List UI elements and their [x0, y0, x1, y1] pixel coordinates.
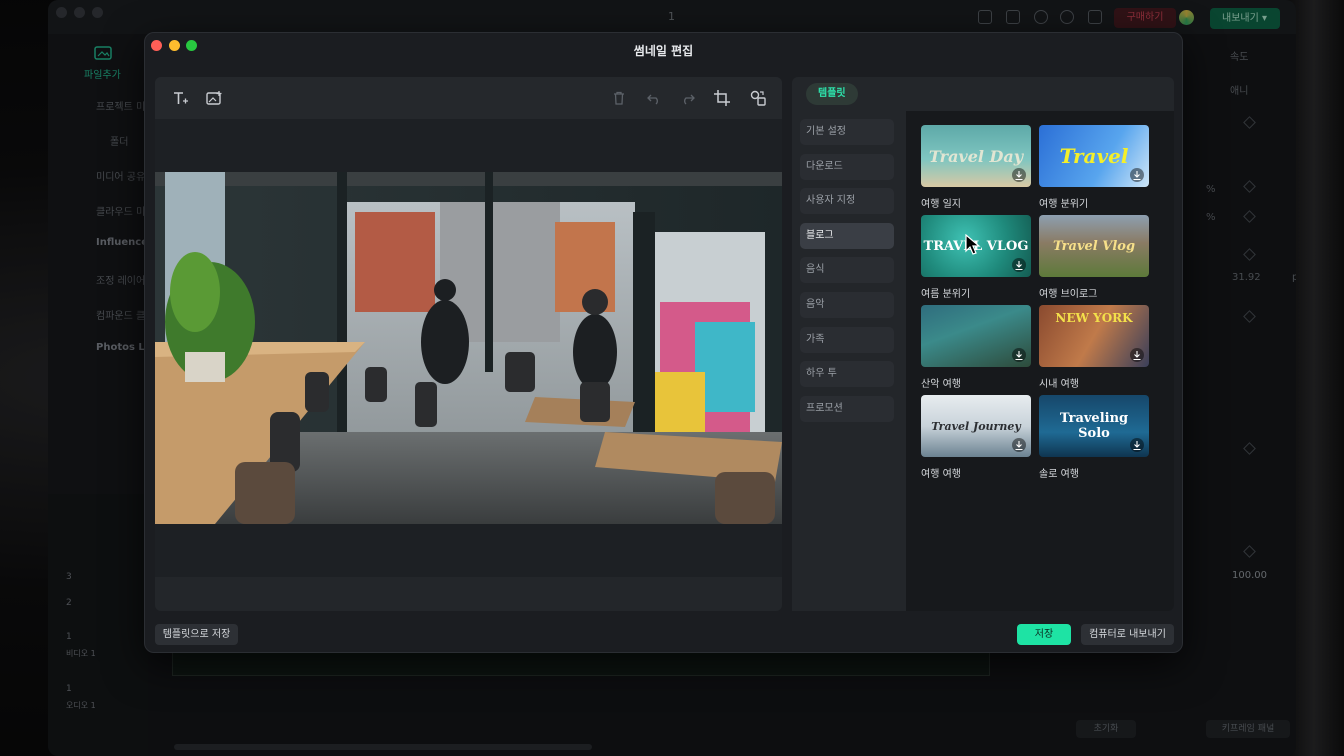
undo-icon[interactable]	[643, 87, 665, 109]
save-button[interactable]: 저장	[1017, 624, 1071, 645]
download-icon[interactable]	[1012, 258, 1026, 272]
template-thumbnail[interactable]: Traveling Solo	[1039, 395, 1149, 457]
category-howto[interactable]: 하우 투	[800, 361, 894, 387]
template-grid: Travel Day 여행 일지 Travel 여행 분위기 TRAVEL VL…	[906, 111, 1174, 611]
category-basic[interactable]: 기본 설정	[800, 119, 894, 145]
template-thumbnail[interactable]: NEW YORK	[1039, 305, 1149, 367]
crop-icon[interactable]	[711, 87, 733, 109]
canvas-area[interactable]	[155, 119, 782, 577]
template-label: 여름 분위기	[921, 289, 971, 300]
template-label: 여행 일지	[921, 199, 961, 210]
mouse-cursor-icon	[965, 234, 981, 255]
template-panel: 템플릿 기본 설정 다운로드 사용자 지정 블로그 음식 음악 가족 하우 투 …	[792, 77, 1174, 611]
template-label: 시내 여행	[1039, 379, 1079, 390]
thumb-text: Travel Vlog	[1052, 238, 1136, 254]
download-icon[interactable]	[1012, 168, 1026, 182]
category-custom[interactable]: 사용자 지정	[800, 188, 894, 214]
category-list: 기본 설정 다운로드 사용자 지정 블로그 음식 음악 가족 하우 투 프로모션	[792, 111, 906, 611]
swap-icon[interactable]	[747, 87, 769, 109]
download-icon[interactable]	[1130, 168, 1144, 182]
download-icon[interactable]	[1012, 348, 1026, 362]
template-card[interactable]: Traveling Solo 솔로 여행	[1039, 395, 1149, 480]
template-thumbnail[interactable]: Travel Day	[921, 125, 1031, 187]
editor-toolbar	[155, 77, 782, 119]
dialog-title: 썸네일 편집	[633, 44, 694, 58]
template-card[interactable]: NEW YORK 시내 여행	[1039, 305, 1149, 390]
template-thumbnail[interactable]: Travel	[1039, 125, 1149, 187]
template-card[interactable]: TRAVEL VLOG 여름 분위기	[921, 215, 1031, 300]
template-label: 솔로 여행	[1039, 469, 1079, 480]
download-icon[interactable]	[1130, 438, 1144, 452]
trash-icon[interactable]	[608, 87, 630, 109]
template-label: 산악 여행	[921, 379, 961, 390]
text-add-icon[interactable]	[169, 87, 191, 109]
category-music[interactable]: 음악	[800, 292, 894, 318]
template-card[interactable]: Travel Vlog 여행 브이로그	[1039, 215, 1149, 300]
export-to-computer-button[interactable]: 컴퓨터로 내보내기	[1081, 624, 1174, 645]
redo-icon[interactable]	[677, 87, 699, 109]
category-blog[interactable]: 블로그	[800, 223, 894, 249]
template-thumbnail[interactable]: Travel Journey	[921, 395, 1031, 457]
download-icon[interactable]	[1012, 438, 1026, 452]
template-card[interactable]: 산악 여행	[921, 305, 1031, 390]
template-label: 여행 분위기	[1039, 199, 1089, 210]
category-food[interactable]: 음식	[800, 257, 894, 283]
template-thumbnail[interactable]: Travel Vlog	[1039, 215, 1149, 277]
template-card[interactable]: Travel Journey 여행 여행	[921, 395, 1031, 480]
template-card[interactable]: Travel Day 여행 일지	[921, 125, 1031, 210]
template-label: 여행 브이로그	[1039, 289, 1098, 300]
save-as-template-button[interactable]: 템플릿으로 저장	[155, 624, 238, 645]
template-label: 여행 여행	[921, 469, 961, 480]
category-download[interactable]: 다운로드	[800, 154, 894, 180]
image-add-icon[interactable]	[203, 87, 225, 109]
template-card[interactable]: Travel 여행 분위기	[1039, 125, 1149, 210]
category-promotion[interactable]: 프로모션	[800, 396, 894, 422]
category-family[interactable]: 가족	[800, 327, 894, 353]
tab-templates[interactable]: 템플릿	[806, 83, 858, 105]
template-thumbnail[interactable]	[921, 305, 1031, 367]
editor-panel	[155, 77, 782, 611]
thumbnail-editor-dialog: 썸네일 편집 템플릿 기본 설정 다운로드 사용자 지정 블로그 음식 음악 가…	[144, 32, 1183, 653]
thumbnail-image[interactable]	[155, 172, 782, 524]
download-icon[interactable]	[1130, 348, 1144, 362]
